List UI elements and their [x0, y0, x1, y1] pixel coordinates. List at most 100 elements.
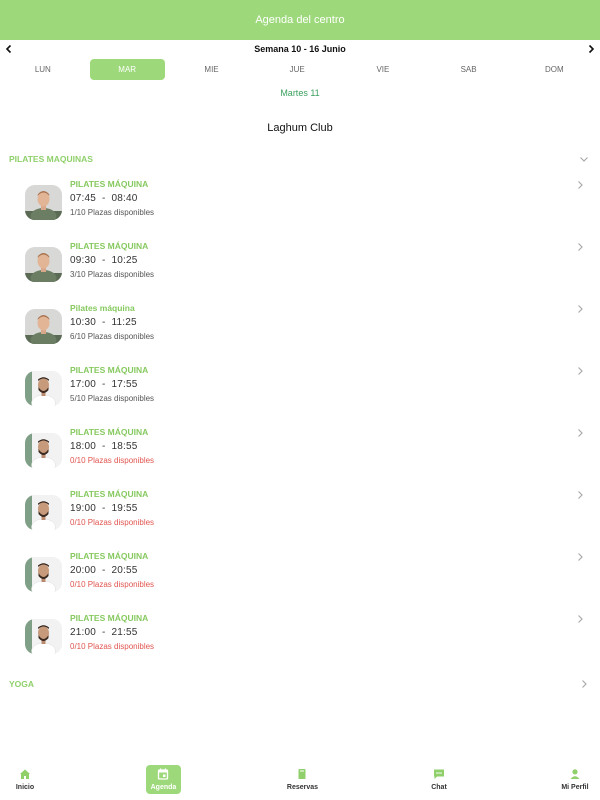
class-name: PILATES MÁQUINA: [70, 365, 149, 375]
chevron-right-icon: [577, 677, 591, 691]
day-tab-mar[interactable]: MAR: [89, 59, 165, 80]
available-spots: 0/10 Plazas disponibles: [70, 518, 155, 527]
class-item[interactable]: PILATES MÁQUINA 09:30 - 10:25 3/10 Plazas …: [0, 235, 600, 297]
club-name: Laghum Club: [267, 122, 333, 134]
class-item[interactable]: PILATES MÁQUINA 17:00 - 17:55 5/10 Plazas …: [0, 359, 600, 421]
chevron-right-icon: [588, 44, 595, 54]
class-start-time: 07:45: [70, 193, 97, 204]
class-item[interactable]: PILATES MÁQUINA 18:00 - 18:55 0/10 Plazas …: [0, 421, 600, 483]
app-header: Agenda del centro: [0, 0, 600, 40]
available-spots: 3/10 Plazas disponibles: [70, 270, 155, 279]
class-start-time: 18:00: [70, 441, 97, 452]
class-time: 21:00 - 21:55: [70, 627, 138, 638]
chat-icon: [433, 768, 445, 782]
chevron-right-icon: [574, 365, 586, 377]
next-week-button[interactable]: [583, 41, 599, 57]
available-spots: 6/10 Plazas disponibles: [70, 332, 155, 341]
section-header-pilates[interactable]: PILATES MAQUINAS: [0, 149, 600, 169]
class-name: PILATES MÁQUINA: [70, 489, 149, 499]
class-end-time: 20:55: [111, 565, 138, 576]
class-time: 07:45 - 08:40: [70, 193, 138, 204]
nav-label: Inicio: [15, 784, 35, 791]
instructor-avatar: [25, 557, 62, 592]
chevron-down-icon: [577, 152, 591, 166]
class-end-time: 19:55: [111, 503, 138, 514]
class-start-time: 09:30: [70, 255, 97, 266]
bottom-navigation: Inicio Agenda Reservas Chat Mi Perfil: [0, 762, 600, 800]
nav-reservas[interactable]: Reservas: [287, 768, 318, 791]
person-icon: [569, 768, 581, 782]
class-end-time: 08:40: [111, 193, 138, 204]
week-selector: Semana 10 - 16 Junio: [0, 40, 600, 58]
nav-chat[interactable]: Chat: [424, 768, 454, 791]
instructor-avatar: [25, 185, 62, 220]
class-item[interactable]: PILATES MÁQUINA 19:00 - 19:55 0/10 Plazas …: [0, 483, 600, 545]
chevron-right-icon: [574, 489, 586, 501]
class-name: PILATES MÁQUINA: [70, 179, 149, 189]
chevron-right-icon: [574, 241, 586, 253]
class-item[interactable]: PILATES MÁQUINA 21:00 - 21:55 0/10 Plazas …: [0, 607, 600, 669]
nav-label: Agenda: [150, 784, 177, 791]
class-start-time: 17:00: [70, 379, 97, 390]
calendar-icon: [157, 768, 169, 782]
instructor-avatar: [25, 247, 62, 282]
class-time: 20:00 - 20:55: [70, 565, 138, 576]
available-spots: 5/10 Plazas disponibles: [70, 394, 155, 403]
page-title: Agenda del centro: [255, 14, 345, 26]
chevron-right-icon: [574, 613, 586, 625]
section-title: YOGA: [9, 679, 35, 689]
instructor-avatar: [25, 433, 62, 468]
section-header-yoga[interactable]: YOGA: [0, 674, 600, 694]
nav-mi-perfil[interactable]: Mi Perfil: [560, 768, 590, 791]
nav-label: Chat: [431, 784, 447, 791]
class-start-time: 10:30: [70, 317, 97, 328]
nav-label: Mi Perfil: [561, 784, 589, 791]
nav-agenda[interactable]: Agenda: [145, 765, 181, 794]
day-tab-dom[interactable]: DOM: [511, 59, 597, 80]
available-spots: 1/10 Plazas disponibles: [70, 208, 155, 217]
class-name: PILATES MÁQUINA: [70, 241, 149, 251]
class-end-time: 18:55: [111, 441, 138, 452]
class-name: PILATES MÁQUINA: [70, 551, 149, 561]
nav-inicio[interactable]: Inicio: [10, 768, 40, 791]
class-name: Pilates máquina: [70, 303, 135, 313]
day-tabs: LUN MAR MIE JUE VIE SAB DOM: [0, 59, 600, 80]
home-icon: [19, 768, 31, 782]
section-title: PILATES MAQUINAS: [9, 154, 93, 164]
day-tab-jue[interactable]: JUE: [254, 59, 340, 80]
day-tab-vie[interactable]: VIE: [340, 59, 426, 80]
available-spots: 0/10 Plazas disponibles: [70, 642, 155, 651]
chevron-right-icon: [574, 303, 586, 315]
class-end-time: 11:25: [111, 317, 137, 328]
class-item[interactable]: PILATES MÁQUINA 20:00 - 20:55 0/10 Plazas …: [0, 545, 600, 607]
instructor-avatar: [25, 619, 62, 654]
chevron-right-icon: [574, 179, 586, 191]
chevron-left-icon: [5, 44, 12, 54]
class-time: 09:30 - 10:25: [70, 255, 138, 266]
class-end-time: 10:25: [111, 255, 138, 266]
class-time: 19:00 - 19:55: [70, 503, 138, 514]
instructor-avatar: [25, 309, 62, 344]
chevron-right-icon: [574, 427, 586, 439]
week-label: Semana 10 - 16 Junio: [254, 44, 346, 54]
book-icon: [296, 768, 308, 782]
day-tab-sab[interactable]: SAB: [426, 59, 512, 80]
class-item[interactable]: Pilates máquina 10:30 - 11:25 6/10 Plazas …: [0, 297, 600, 359]
selected-date: Martes 11: [280, 88, 320, 98]
previous-week-button[interactable]: [1, 41, 17, 57]
day-tab-mie[interactable]: MIE: [169, 59, 255, 80]
class-start-time: 21:00: [70, 627, 97, 638]
class-name: PILATES MÁQUINA: [70, 613, 149, 623]
class-item[interactable]: PILATES MÁQUINA 07:45 - 08:40 1/10 Plazas …: [0, 173, 600, 235]
class-start-time: 19:00: [70, 503, 97, 514]
class-name: PILATES MÁQUINA: [70, 427, 149, 437]
available-spots: 0/10 Plazas disponibles: [70, 580, 155, 589]
day-tab-lun[interactable]: LUN: [0, 59, 86, 80]
class-start-time: 20:00: [70, 565, 97, 576]
available-spots: 0/10 Plazas disponibles: [70, 456, 155, 465]
class-time: 10:30 - 11:25: [70, 317, 137, 328]
class-time: 18:00 - 18:55: [70, 441, 138, 452]
class-end-time: 21:55: [111, 627, 138, 638]
class-time: 17:00 - 17:55: [70, 379, 138, 390]
instructor-avatar: [25, 371, 62, 406]
